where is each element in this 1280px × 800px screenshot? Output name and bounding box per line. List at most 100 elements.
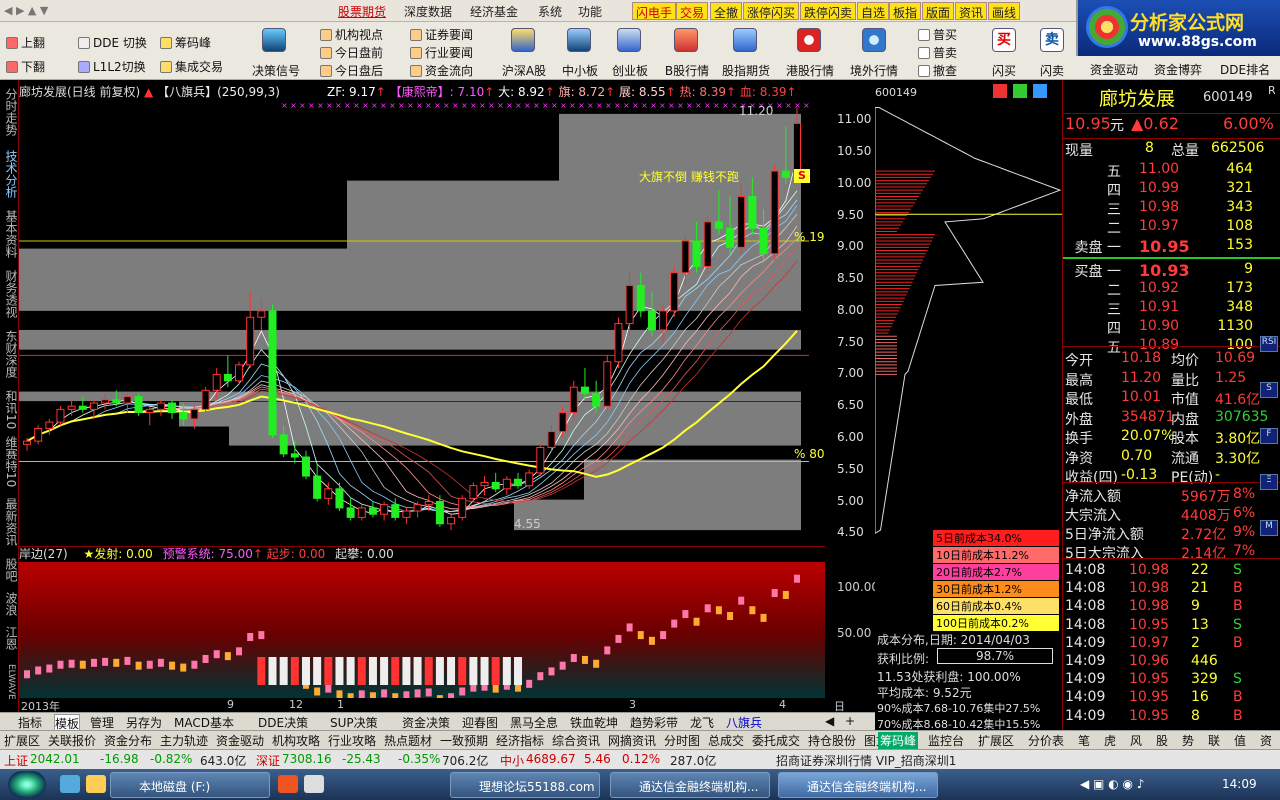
side-tab[interactable]: 风 [1130,732,1142,749]
premarket-button[interactable]: 今日盘前 [320,44,383,61]
media-icon[interactable] [278,775,298,793]
side-tool-icon[interactable]: RSI [1260,336,1278,352]
page-down-button[interactable]: 下翻 [6,58,45,75]
side-tab[interactable]: 笔 [1078,732,1090,749]
sh-sz-a-icon[interactable] [511,28,535,52]
explorer-icon[interactable] [86,775,106,793]
indicator-tab[interactable]: 趋势彩带 [630,714,678,731]
quick-limit-down-sell[interactable]: 跌停闪卖 [800,2,857,20]
task-tdx-2[interactable]: 通达信金融终端机构... [778,772,938,798]
extension-tab[interactable]: 热点题材 [384,732,432,749]
indicator-tab[interactable]: 指标 [18,714,42,731]
industry-news-button[interactable]: 行业要闻 [410,44,473,61]
tab-financials[interactable]: 财务透视 [2,270,18,318]
tab-forum[interactable]: 股吧 [2,558,18,582]
indicator-tab[interactable]: 黑马全息 [510,714,558,731]
indicator-tab[interactable]: DDE决策 [258,714,308,731]
cancel-query-button[interactable]: 撤查 [918,62,957,79]
hk-stock-button[interactable]: 港股行情 [780,62,840,79]
tab-technical[interactable]: 技术分析 [2,150,18,198]
side-tab[interactable]: 虎 [1104,732,1116,749]
ie-icon[interactable] [60,775,80,793]
extension-tab[interactable]: 扩展区 [4,732,40,749]
menu-function[interactable]: 功能 [578,3,602,20]
side-tab[interactable]: 资 [1260,732,1272,749]
extension-tab[interactable]: 分时图 [664,732,700,749]
flash-sell-button[interactable]: 闪卖 [1028,62,1076,79]
chinext-icon[interactable] [617,28,641,52]
tab-eastmoney[interactable]: 东财深度 [2,330,18,378]
side-tab[interactable]: 分价表 [1028,732,1064,749]
tab-wsat[interactable]: 维赛特10 [2,436,18,487]
quick-watchlist[interactable]: 自选 [857,2,890,20]
side-tab[interactable]: 值 [1234,732,1246,749]
chip-grid-icon[interactable] [1033,84,1047,98]
l1l2-toggle-button[interactable]: L1L2切换 [78,58,146,75]
indicator-tab[interactable]: 资金决策 [402,714,450,731]
extension-tab[interactable]: 关联报价 [48,732,96,749]
page-up-button[interactable]: 上翻 [6,34,45,51]
extension-tab[interactable]: 经济指标 [496,732,544,749]
extension-tab[interactable]: 资金分布 [104,732,152,749]
extension-tab[interactable]: 委托成交 [752,732,800,749]
nav-arrows-icon[interactable]: ◀ ▶ ▲ ▼ [4,4,48,17]
normal-buy-button[interactable]: 普买 [918,26,957,43]
side-tool-icon[interactable]: M [1260,520,1278,536]
normal-sell-button[interactable]: 普卖 [918,44,957,61]
tab-elwave[interactable]: ELWAVE [2,664,17,700]
indicator-tab[interactable]: 另存为 [126,714,162,731]
indicator-tab[interactable]: 迎春图 [462,714,498,731]
integrated-trade-button[interactable]: 集成交易 [160,58,223,75]
side-tab[interactable]: 联 [1208,732,1220,749]
side-tool-icon[interactable]: Ξ [1260,474,1278,490]
sh-sz-a-button[interactable]: 沪深A股 [498,62,550,79]
task-tdx-1[interactable]: 通达信金融终端机构... [610,772,770,798]
indicator-tab[interactable]: 龙飞 [690,714,714,731]
scroll-left-icon[interactable]: ◀ [825,714,834,728]
quick-layout[interactable]: 版面 [922,2,955,20]
flash-sell-icon[interactable]: 卖 [1040,28,1064,52]
kline-chart-panel[interactable]: 廊坊发展(日线 前复权) ▲ 【八旗兵】(250,99,3) ZF: 9.17↑… [19,80,879,730]
tab-latest-news[interactable]: 最新资讯 [2,498,18,546]
flash-buy-button[interactable]: 闪买 [980,62,1028,79]
extension-tab[interactable]: 主力轨迹 [160,732,208,749]
chip-peak-button[interactable]: 筹码峰 [160,34,211,51]
extension-tab[interactable]: 网摘资讯 [608,732,656,749]
tab-intraday[interactable]: 分时走势 [2,88,18,136]
quick-draw[interactable]: 画线 [988,2,1021,20]
index-futures-button[interactable]: 股指期货 [716,62,776,79]
side-tab[interactable]: 筹码峰 [878,732,919,749]
quick-trade[interactable]: 交易 [676,2,709,20]
extension-tab[interactable]: 持仓股份 [808,732,856,749]
indicator-tab[interactable]: 管理 [90,714,114,731]
indicator-tab[interactable]: 八旗兵 [726,714,762,731]
side-tab[interactable]: 势 [1182,732,1194,749]
menu-stock-futures[interactable]: 股票期货 [338,3,386,20]
side-tab[interactable]: 监控台 [928,732,964,749]
extension-tab[interactable]: 综合资讯 [552,732,600,749]
task-local-disk[interactable]: 本地磁盘 (F:) [110,772,270,798]
chip-flag-icon[interactable] [1013,84,1027,98]
side-tab[interactable]: 扩展区 [978,732,1014,749]
menu-deep-data[interactable]: 深度数据 [404,3,452,20]
extension-tab[interactable]: 一致预期 [440,732,488,749]
extension-tab[interactable]: 总成交 [708,732,744,749]
tab-gann[interactable]: 江恩 [2,626,18,650]
extension-tab[interactable]: 资金驱动 [216,732,264,749]
monitor-icon[interactable] [262,28,286,52]
index-futures-icon[interactable] [733,28,757,52]
kline-plot[interactable]: × × × × × × × × × × × × × × × × × × × × × × × × × × × × × × × × × × × × × × × ×… [19,98,825,546]
quick-flash-trade[interactable]: 闪电手 [632,2,677,20]
sec-news-button[interactable]: 证券要闻 [410,26,473,43]
b-share-icon[interactable] [674,28,698,52]
side-tab[interactable]: 股 [1156,732,1168,749]
tray-icons[interactable]: ◀ ▣ ◐ ◉ ♪ [1080,777,1144,791]
app-icon[interactable] [304,775,324,793]
indicator-tab[interactable]: MACD基本 [174,714,234,731]
capital-game-button[interactable]: 资金博弈 [1154,61,1202,78]
indicator-tab[interactable]: SUP决策 [330,714,378,731]
inst-view-button[interactable]: 机构视点 [320,26,383,43]
hk-stock-icon[interactable] [797,28,821,52]
tab-basic-info[interactable]: 基本资料 [2,210,18,258]
dde-toggle-button[interactable]: DDE 切换 [78,34,147,51]
